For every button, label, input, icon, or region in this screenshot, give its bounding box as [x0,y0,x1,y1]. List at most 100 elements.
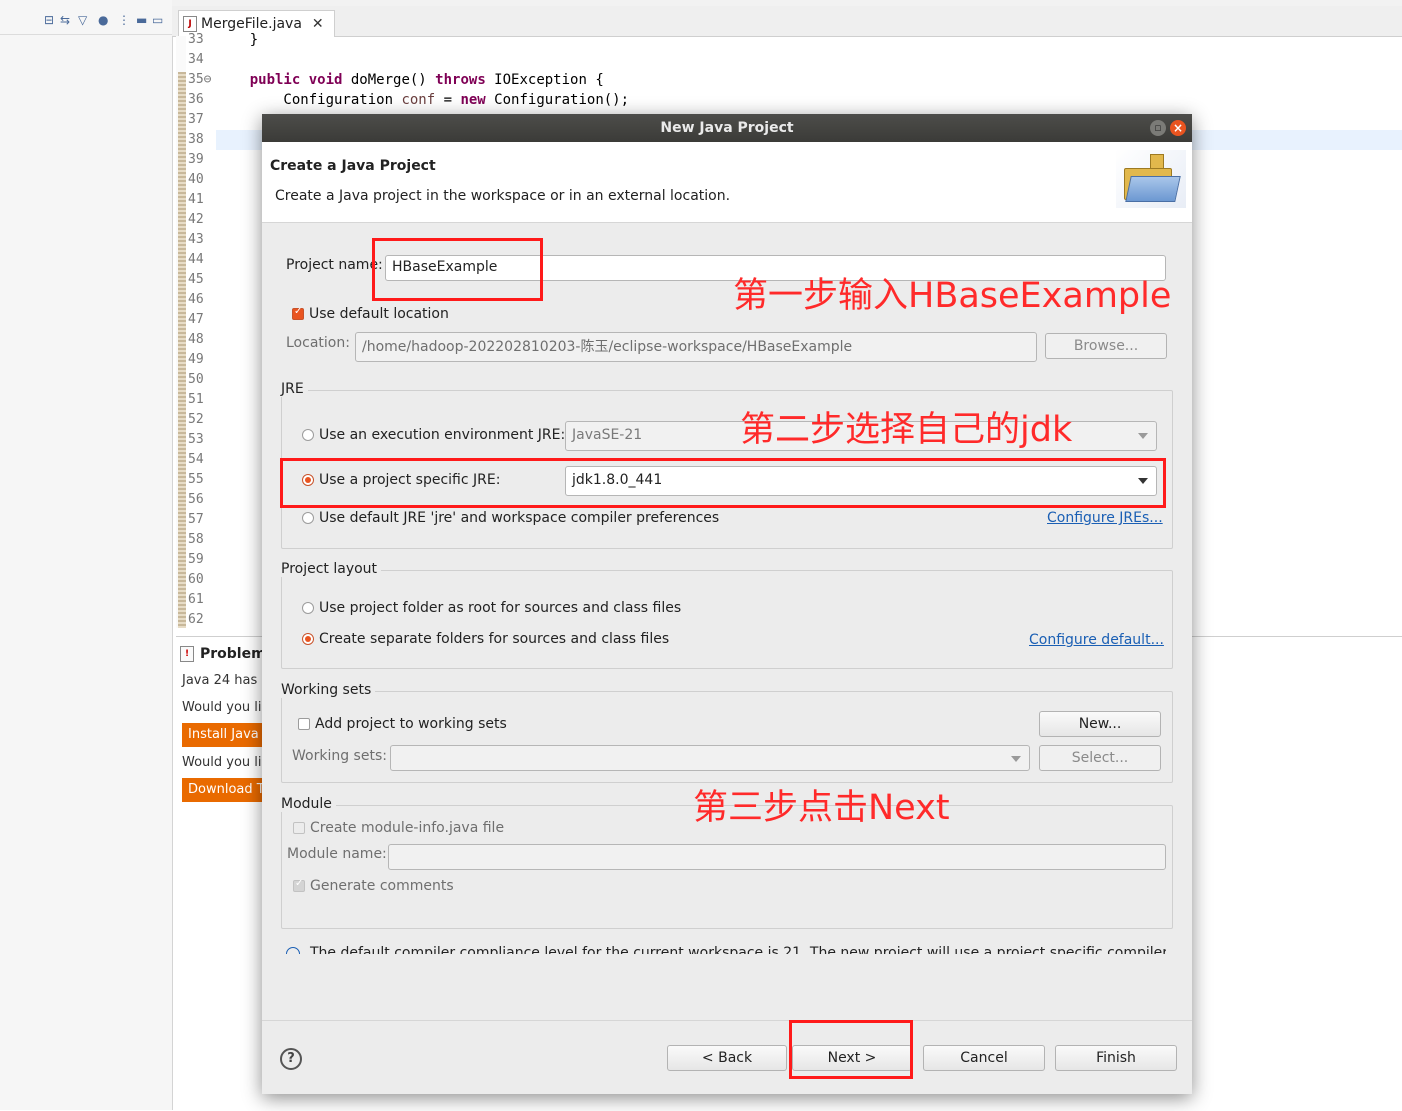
line-number: 43 [188,232,204,247]
problems-icon: ! [180,646,194,662]
create-module-info-label: Create module-info.java file [310,820,505,836]
line-number: 40 [188,172,204,187]
new-working-set-button[interactable]: New... [1039,711,1161,737]
collapse-all-icon[interactable]: ⊟ [44,14,56,26]
line-number: 44 [188,252,204,267]
location-label: Location: [286,335,350,351]
code-editor[interactable]: } public void doMerge() throws IOExcepti… [216,30,1402,110]
line-number: 45 [188,272,204,287]
line-number: 47 [188,312,204,327]
configure-default-link[interactable]: Configure default... [1029,632,1164,648]
line-number: 50 [188,372,204,387]
problems-text: Would you lil [182,700,266,715]
view-toolbar: ⊟ ⇆ ▽ ● ⋮ ▬ ▭ [0,0,172,35]
close-icon[interactable]: × [1170,120,1186,136]
layout-root-radio[interactable] [302,602,314,614]
finish-button[interactable]: Finish [1055,1045,1177,1071]
maximize-icon[interactable]: ▭ [152,14,164,26]
create-module-info-checkbox[interactable] [293,822,305,834]
restore-icon[interactable]: ▫ [1150,120,1166,136]
minimize-icon[interactable]: ▬ [136,14,148,26]
use-default-location-checkbox[interactable] [292,306,304,320]
line-number: 62 [188,612,204,627]
line-number: 46 [188,292,204,307]
line-number: 57 [188,512,204,527]
compliance-info-text: The default compiler compliance level fo… [286,946,1166,954]
line-number: 53 [188,432,204,447]
line-number: 42 [188,212,204,227]
line-number: 52 [188,412,204,427]
location-input[interactable]: /home/hadoop-202202810203-陈玉/eclipse-wor… [355,332,1037,362]
annotation-box-next [789,1020,913,1079]
working-sets-title: Working sets [281,682,376,698]
dialog-titlebar[interactable]: New Java Project ▫ × [262,114,1192,142]
wizard-title: Create a Java Project [270,158,436,174]
working-sets-label: Working sets: [292,748,387,764]
annotation-box-jre [280,458,1166,508]
line-number: 58 [188,532,204,547]
line-number: 48 [188,332,204,347]
focus-icon[interactable]: ● [98,14,110,26]
wizard-header: Create a Java Project Create a Java proj… [262,142,1192,223]
layout-separate-radio[interactable] [302,633,314,645]
line-numbers: 33 34 35⊖ 36 37 38 39 40 41 42 43 44 45 46 47 48 49 50 51 5… [188,30,214,630]
line-number: 36 [188,92,204,107]
line-number: 55 [188,472,204,487]
line-number: 61 [188,592,204,607]
line-number: 51 [188,392,204,407]
execution-env-jre-label: Use an execution environment JRE: [319,427,566,443]
layout-separate-label: Create separate folders for sources and … [319,631,670,647]
execution-env-value: JavaSE-21 [572,427,643,443]
problems-text: Java 24 has b [182,673,270,688]
project-layout-title: Project layout [281,561,382,577]
problems-tab[interactable]: ! Problems [180,641,274,667]
line-number: 39 [188,152,204,167]
select-working-set-button[interactable]: Select... [1039,745,1161,771]
link-editor-icon[interactable]: ⇆ [60,14,72,26]
add-to-working-sets-checkbox[interactable] [298,718,310,730]
code-line: } [216,32,259,48]
footer-separator [262,1020,1192,1021]
code-line: public void doMerge() throws IOException… [249,72,604,88]
line-number: 37 [188,112,204,127]
change-ruler-marks [178,72,186,628]
line-number: 33 [188,32,204,47]
execution-env-jre-radio[interactable] [302,429,314,441]
info-icon [286,947,300,954]
view-menu-icon[interactable]: ⋮ [118,14,130,26]
annotation-step2: 第二步选择自己的jdk [740,410,1073,450]
project-name-label: Project name: [286,257,383,273]
module-title: Module [281,796,336,812]
line-number: 41 [188,192,204,207]
back-button[interactable]: < Back [667,1045,787,1071]
add-to-working-sets-label: Add project to working sets [315,716,507,732]
package-explorer-pane: ⊟ ⇆ ▽ ● ⋮ ▬ ▭ [0,0,173,1110]
default-jre-radio[interactable] [302,512,314,524]
working-sets-select[interactable] [390,745,1030,771]
annotation-step1: 第一步输入HBaseExample [733,276,1172,316]
line-number: 59 [188,552,204,567]
generate-comments-checkbox[interactable] [293,878,305,892]
line-number: 56 [188,492,204,507]
new-project-folder-icon [1116,150,1186,208]
project-layout-group [281,570,1173,669]
cancel-button[interactable]: Cancel [923,1045,1045,1071]
help-icon[interactable]: ? [280,1048,302,1070]
annotation-step3: 第三步点击Next [693,788,950,828]
dialog-title: New Java Project [660,120,794,136]
configure-jres-link[interactable]: Configure JREs... [1047,510,1163,526]
code-line: Configuration conf = new Configuration()… [216,92,630,108]
jre-group-title: JRE [281,381,308,397]
wizard-description: Create a Java project in the workspace o… [275,188,731,204]
line-number: 35⊖ [188,72,212,87]
line-number: 60 [188,572,204,587]
line-number: 38 [188,132,204,147]
filter-icon[interactable]: ▽ [78,14,90,26]
line-number: 34 [188,52,204,67]
problems-text: Would you lil [182,755,266,770]
compliance-info-label: The default compiler compliance level fo… [310,946,1166,954]
module-name-input[interactable] [388,844,1166,870]
browse-button[interactable]: Browse... [1045,333,1167,359]
use-default-location-label: Use default location [309,306,449,322]
